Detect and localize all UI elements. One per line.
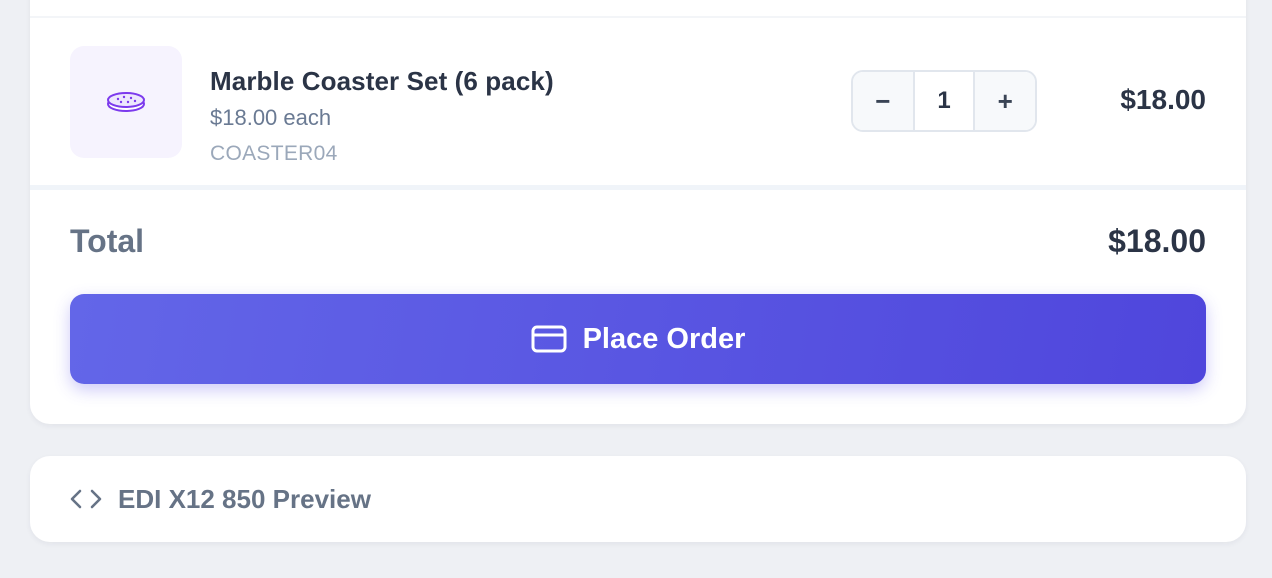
divider <box>30 185 1246 190</box>
coaster-icon <box>107 92 145 112</box>
line-total: $18.00 <box>1120 84 1206 115</box>
increment-button[interactable]: + <box>975 72 1035 130</box>
order-card: Marble Coaster Set (6 pack) $18.00 each … <box>30 0 1246 424</box>
code-icon <box>70 489 102 509</box>
credit-card-icon <box>531 325 567 353</box>
place-order-label: Place Order <box>582 322 746 355</box>
product-name: Marble Coaster Set (6 pack) <box>210 66 554 96</box>
product-unit-price: $18.00 each <box>210 105 332 130</box>
place-order-button[interactable]: Place Order <box>70 294 1206 384</box>
quantity-value[interactable]: 1 <box>912 72 976 130</box>
cart-item-row: Marble Coaster Set (6 pack) $18.00 each … <box>30 18 1246 186</box>
product-sku: COASTER04 <box>210 142 338 165</box>
decrement-button[interactable]: − <box>853 72 913 130</box>
total-label: Total <box>70 223 145 259</box>
quantity-stepper: − 1 + <box>851 70 1037 132</box>
product-thumbnail <box>70 46 182 158</box>
total-value: $18.00 <box>1108 223 1206 259</box>
edi-preview-toggle[interactable]: EDI X12 850 Preview <box>30 456 1246 542</box>
edi-preview-label: EDI X12 850 Preview <box>118 483 371 514</box>
